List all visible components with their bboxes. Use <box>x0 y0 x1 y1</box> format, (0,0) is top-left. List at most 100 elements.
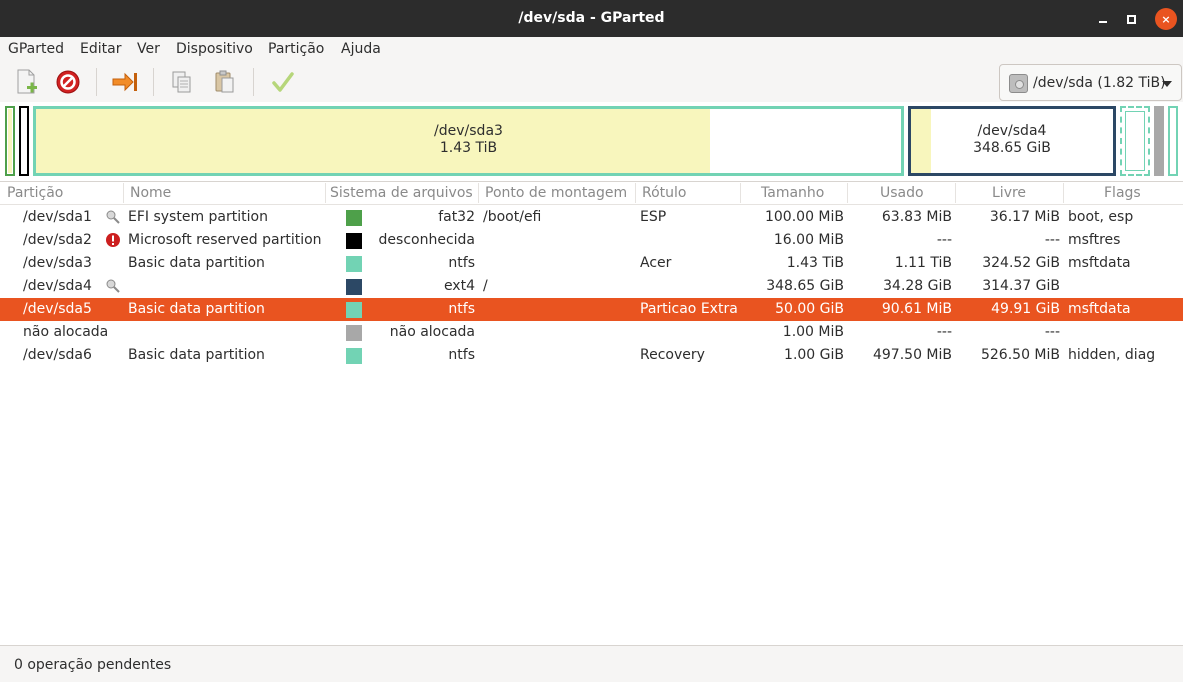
map-partition-sda4[interactable]: /dev/sda4 348.65 GiB <box>908 106 1116 176</box>
toolbar: /dev/sda (1.82 TiB) <box>0 62 1183 102</box>
map-partition-sda5[interactable] <box>1119 105 1151 177</box>
cell-label: ESP <box>640 209 667 225</box>
cell-filesystem: ntfs <box>448 301 475 317</box>
copy-button[interactable] <box>167 67 197 97</box>
header-separator <box>123 183 124 203</box>
header-separator <box>955 183 956 203</box>
cell-flags: msftres <box>1068 232 1121 248</box>
delete-icon <box>56 70 80 94</box>
cell-size: 100.00 MiB <box>764 209 844 225</box>
cell-size: 1.00 MiB <box>782 324 844 340</box>
menu-editar[interactable]: Editar <box>80 41 121 57</box>
menu-ajuda[interactable]: Ajuda <box>341 41 381 57</box>
cell-filesystem: ext4 <box>443 278 475 294</box>
header-separator <box>740 183 741 203</box>
cell-used: --- <box>936 324 952 340</box>
cell-partition: /dev/sda5 <box>23 301 92 317</box>
header-flags[interactable]: Flags <box>1104 185 1141 201</box>
cell-size: 348.65 GiB <box>766 278 844 294</box>
hard-disk-icon <box>1009 74 1028 93</box>
title-bar: /dev/sda - GParted × <box>0 0 1183 37</box>
maximize-button[interactable] <box>1120 8 1142 30</box>
cell-free: 49.91 GiB <box>991 301 1060 317</box>
cell-size: 16.00 MiB <box>773 232 844 248</box>
cell-used: --- <box>936 232 952 248</box>
paste-icon <box>215 70 234 93</box>
header-tamanho[interactable]: Tamanho <box>761 185 824 201</box>
fs-color-swatch <box>346 233 362 249</box>
map-partition-sda1[interactable] <box>5 106 15 176</box>
map-partition-sda2[interactable] <box>19 106 29 176</box>
warning-icon <box>106 233 120 247</box>
header-usado[interactable]: Usado <box>880 185 924 201</box>
cell-free: 36.17 MiB <box>989 209 1060 225</box>
header-ponto[interactable]: Ponto de montagem <box>485 185 627 201</box>
resize-move-button[interactable] <box>110 67 140 97</box>
header-rotulo[interactable]: Rótulo <box>642 185 686 201</box>
table-row[interactable]: /dev/sda1 EFI system partition fat32 /bo… <box>0 206 1183 229</box>
header-sistema[interactable]: Sistema de arquivos <box>330 185 473 201</box>
map-partition-sda3[interactable]: /dev/sda3 1.43 TiB <box>33 106 904 176</box>
copy-icon <box>172 71 191 93</box>
fs-color-swatch <box>346 256 362 272</box>
map-unallocated[interactable] <box>1154 106 1164 176</box>
map-sda4-name: /dev/sda4 <box>977 123 1047 139</box>
minimize-button[interactable] <box>1092 8 1114 30</box>
cell-size: 50.00 GiB <box>775 301 844 317</box>
cell-flags: boot, esp <box>1068 209 1134 225</box>
table-row[interactable]: /dev/sda6 Basic data partition ntfs Reco… <box>0 344 1183 367</box>
cell-name: Microsoft reserved partition <box>128 232 322 248</box>
menu-ver[interactable]: Ver <box>137 41 160 57</box>
close-icon: × <box>1161 12 1171 26</box>
fs-color-swatch <box>346 348 362 364</box>
key-icon <box>106 279 120 293</box>
table-row[interactable]: /dev/sda3 Basic data partition ntfs Acer… <box>0 252 1183 275</box>
menu-dispositivo[interactable]: Dispositivo <box>176 41 253 57</box>
new-partition-button[interactable] <box>11 67 41 97</box>
device-selector[interactable]: /dev/sda (1.82 TiB) <box>999 64 1182 101</box>
table-row[interactable]: não alocada não alocada 1.00 MiB --- --- <box>0 321 1183 344</box>
menu-bar: GParted Editar Ver Dispositivo Partição … <box>0 37 1183 62</box>
cell-used: 34.28 GiB <box>883 278 952 294</box>
cell-name: EFI system partition <box>128 209 268 225</box>
map-label-sda4: /dev/sda4 348.65 GiB <box>911 123 1113 157</box>
cell-flags: hidden, diag <box>1068 347 1156 363</box>
header-separator <box>847 183 848 203</box>
close-button[interactable]: × <box>1155 8 1177 30</box>
cell-mountpoint: / <box>483 278 488 294</box>
table-row-selected[interactable]: /dev/sda5 Basic data partition ntfs Part… <box>0 298 1183 321</box>
table-row[interactable]: /dev/sda4 ext4 / 348.65 GiB 34.28 GiB 31… <box>0 275 1183 298</box>
cell-partition: /dev/sda6 <box>23 347 92 363</box>
fs-color-swatch <box>346 302 362 318</box>
cell-used: 497.50 MiB <box>872 347 952 363</box>
header-nome[interactable]: Nome <box>130 185 171 201</box>
fs-color-swatch <box>346 279 362 295</box>
menu-particao[interactable]: Partição <box>268 41 324 57</box>
status-bar: 0 operação pendentes <box>0 645 1183 682</box>
apply-button[interactable] <box>268 67 298 97</box>
cell-label: Recovery <box>640 347 705 363</box>
cell-size: 1.00 GiB <box>784 347 844 363</box>
header-livre[interactable]: Livre <box>992 185 1026 201</box>
cell-label: Particao Extra <box>640 301 738 317</box>
cell-used: 63.83 MiB <box>881 209 952 225</box>
paste-button[interactable] <box>210 67 240 97</box>
map-partition-sda6[interactable] <box>1168 106 1178 176</box>
partition-table: Partição Nome Sistema de arquivos Ponto … <box>0 181 1183 645</box>
cell-free: --- <box>1044 324 1060 340</box>
map-sda3-name: /dev/sda3 <box>434 123 503 139</box>
cell-partition: /dev/sda2 <box>23 232 92 248</box>
cell-flags: msftdata <box>1068 301 1131 317</box>
toolbar-separator <box>96 68 97 96</box>
delete-button[interactable] <box>53 67 83 97</box>
fs-color-swatch <box>346 210 362 226</box>
cell-filesystem: ntfs <box>448 347 475 363</box>
chevron-down-icon <box>1162 81 1172 87</box>
window-title: /dev/sda - GParted <box>518 10 665 26</box>
pending-operations-text: 0 operação pendentes <box>14 657 172 673</box>
device-label: /dev/sda (1.82 TiB) <box>1033 75 1166 91</box>
table-row[interactable]: /dev/sda2 Microsoft reserved partition d… <box>0 229 1183 252</box>
header-particao[interactable]: Partição <box>7 185 63 201</box>
minimize-icon <box>1099 21 1107 23</box>
menu-gparted[interactable]: GParted <box>8 41 64 57</box>
